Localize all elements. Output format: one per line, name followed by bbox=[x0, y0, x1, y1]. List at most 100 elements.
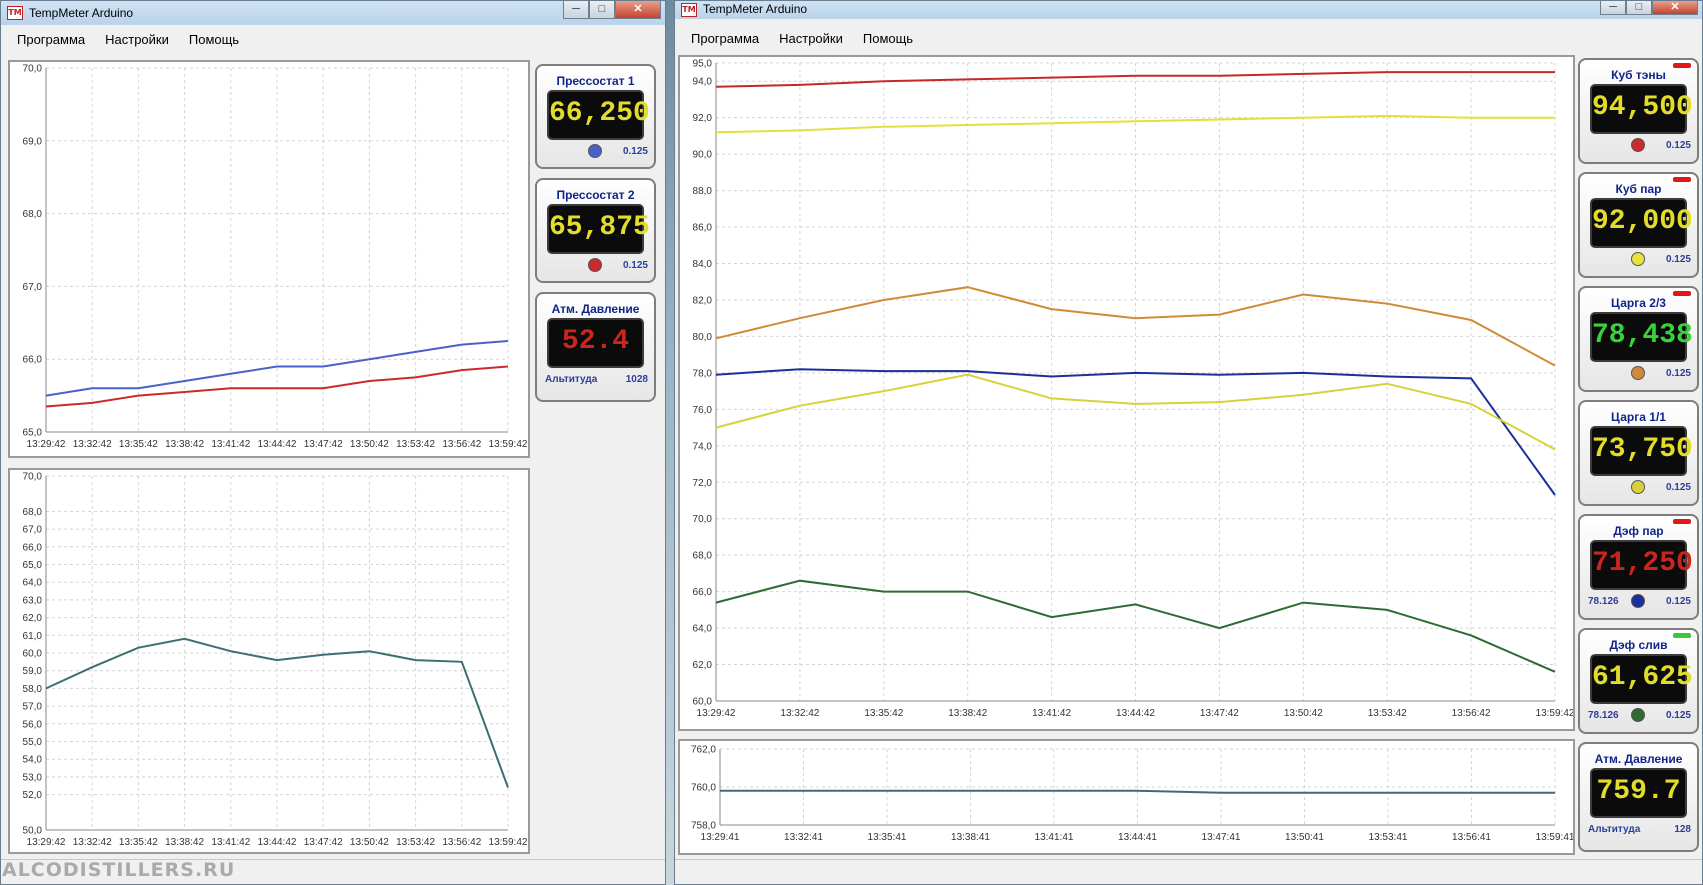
x-tick-label: 13:59:41 bbox=[1536, 832, 1573, 843]
pressure-chart-svg: 13:29:42 13:32:42 13:35:42 13:38:42 13:41:42… bbox=[23, 64, 528, 451]
maximize-button[interactable]: □ bbox=[1626, 1, 1652, 15]
y-tick-label: 66,0 bbox=[23, 355, 43, 366]
x-tick-label: 13:56:41 bbox=[1452, 832, 1491, 843]
gauge-step: 0.125 bbox=[1665, 368, 1691, 379]
left-menubar: Программа Настройки Помощь bbox=[1, 25, 665, 53]
x-tick-label: 13:35:42 bbox=[119, 837, 158, 848]
y-tick-label: 72,0 bbox=[693, 478, 713, 489]
gauge-step: 0.125 bbox=[1665, 140, 1691, 151]
y-tick-label: 762,0 bbox=[691, 745, 716, 756]
right-statusbar bbox=[675, 859, 1702, 884]
series-color-dot[interactable] bbox=[1630, 594, 1645, 608]
y-tick-label: 55,0 bbox=[23, 737, 43, 748]
right-menubar: Программа Настройки Помощь bbox=[675, 19, 1702, 57]
x-tick-label: 13:38:42 bbox=[165, 837, 204, 848]
x-tick-label: 13:50:42 bbox=[350, 439, 389, 450]
series-color-dot[interactable] bbox=[1630, 480, 1645, 494]
gauge-5: Дэф слив 61,625 78.126 0.125 bbox=[1578, 628, 1699, 734]
x-tick-label: 13:32:42 bbox=[780, 708, 819, 719]
minimize-button[interactable]: ─ bbox=[1600, 1, 1626, 15]
close-button[interactable]: ✕ bbox=[1652, 1, 1698, 15]
left-window: TM TempMeter Arduino ─ □ ✕ Программа Нас… bbox=[0, 0, 666, 885]
y-tick-label: 52,0 bbox=[23, 790, 43, 801]
x-tick-label: 13:53:42 bbox=[1368, 708, 1407, 719]
series-color-dot[interactable] bbox=[1630, 252, 1645, 266]
gauge-title: Куб тэны bbox=[1611, 68, 1666, 82]
x-tick-label: 13:59:42 bbox=[1536, 708, 1573, 719]
y-tick-label: 760,0 bbox=[691, 783, 716, 794]
maximize-button[interactable]: □ bbox=[589, 1, 615, 19]
right-titlebar[interactable]: TM TempMeter Arduino ─ □ ✕ bbox=[675, 1, 1702, 19]
y-tick-label: 54,0 bbox=[23, 755, 43, 766]
gauge-display: 66,250 bbox=[547, 90, 650, 140]
series-color-dot[interactable] bbox=[1630, 138, 1645, 152]
menu-settings[interactable]: Настройки bbox=[105, 32, 169, 47]
watermark-text: ALCODISTILLERS.RU bbox=[2, 859, 236, 881]
y-tick-label: 78,0 bbox=[693, 368, 713, 379]
minimize-button[interactable]: ─ bbox=[563, 1, 589, 19]
x-tick-label: 13:41:42 bbox=[211, 837, 250, 848]
gauge-6: Атм. Давление 759.7 Альтитуда 128 bbox=[1578, 742, 1699, 852]
x-tick-label: 13:44:42 bbox=[258, 837, 297, 848]
y-tick-label: 82,0 bbox=[693, 295, 713, 306]
y-tick-label: 67,0 bbox=[23, 282, 43, 293]
alarm-indicator bbox=[1673, 291, 1691, 296]
x-tick-label: 13:38:42 bbox=[165, 439, 204, 450]
gauge-display: 78,438 bbox=[1590, 312, 1693, 362]
series-color-dot[interactable] bbox=[1630, 708, 1645, 722]
gauge-title: Дэф слив bbox=[1609, 638, 1668, 652]
gauge-display: 92,000 bbox=[1590, 198, 1693, 248]
atm-pressure-chart-svg: 13:29:41 13:32:41 13:35:41 13:38:41 13:41:41… bbox=[691, 745, 1573, 844]
x-tick-label: 13:53:42 bbox=[396, 439, 435, 450]
y-tick-label: 53,0 bbox=[23, 772, 43, 783]
gauge-0: Куб тэны 94,500 0.125 bbox=[1578, 58, 1699, 164]
y-tick-label: 66,0 bbox=[693, 587, 713, 598]
app-icon: TM bbox=[681, 3, 697, 17]
menu-settings[interactable]: Настройки bbox=[779, 31, 843, 46]
y-tick-label: 65,0 bbox=[23, 560, 43, 571]
gauge-display: 65,875 bbox=[547, 204, 650, 254]
x-tick-label: 13:59:42 bbox=[489, 837, 528, 848]
y-tick-label: 60,0 bbox=[693, 697, 713, 708]
series-color-dot[interactable] bbox=[587, 144, 602, 158]
y-tick-label: 57,0 bbox=[23, 702, 43, 713]
menu-program[interactable]: Программа bbox=[691, 31, 759, 46]
x-tick-label: 13:35:41 bbox=[868, 832, 907, 843]
menu-help[interactable]: Помощь bbox=[189, 32, 239, 47]
window-title: TempMeter Arduino bbox=[703, 2, 808, 16]
x-tick-label: 13:47:42 bbox=[304, 837, 343, 848]
series-color-dot[interactable] bbox=[587, 258, 602, 272]
y-tick-label: 70,0 bbox=[693, 514, 713, 525]
gauge-title: Дэф пар bbox=[1613, 524, 1664, 538]
x-tick-label: 13:47:42 bbox=[1200, 708, 1239, 719]
y-tick-label: 758,0 bbox=[691, 821, 716, 832]
gauge-title: Атм. Давление bbox=[551, 302, 640, 316]
x-tick-label: 13:56:42 bbox=[1452, 708, 1491, 719]
x-tick-label: 13:44:42 bbox=[1116, 708, 1155, 719]
y-tick-label: 88,0 bbox=[693, 186, 713, 197]
left-titlebar[interactable]: TM TempMeter Arduino ─ □ ✕ bbox=[1, 1, 665, 25]
y-tick-label: 64,0 bbox=[693, 624, 713, 635]
x-tick-label: 13:44:42 bbox=[258, 439, 297, 450]
alarm-indicator bbox=[1673, 519, 1691, 524]
y-tick-label: 76,0 bbox=[693, 405, 713, 416]
gauge-step: 0.125 bbox=[1665, 596, 1691, 607]
x-tick-label: 13:47:41 bbox=[1202, 832, 1241, 843]
series-color-dot[interactable] bbox=[1630, 366, 1645, 380]
y-tick-label: 68,0 bbox=[23, 209, 43, 220]
x-tick-label: 13:32:41 bbox=[784, 832, 823, 843]
y-tick-label: 80,0 bbox=[693, 332, 713, 343]
close-button[interactable]: ✕ bbox=[615, 1, 661, 19]
left-temp-chart: 13:29:42 13:32:42 13:35:42 13:38:42 13:41:42… bbox=[8, 468, 530, 854]
gauge-title: Куб пар bbox=[1615, 182, 1662, 196]
x-tick-label: 13:41:41 bbox=[1035, 832, 1074, 843]
main-temp-chart-svg: 13:29:42 13:32:42 13:35:42 13:38:42 13:41:42… bbox=[693, 59, 1573, 720]
y-tick-label: 70,0 bbox=[23, 64, 43, 75]
left-temp-chart-svg: 13:29:42 13:32:42 13:35:42 13:38:42 13:41:42… bbox=[23, 472, 528, 849]
x-tick-label: 13:47:42 bbox=[304, 439, 343, 450]
gauge-display: 94,500 bbox=[1590, 84, 1693, 134]
menu-program[interactable]: Программа bbox=[17, 32, 85, 47]
y-tick-label: 70,0 bbox=[23, 472, 43, 483]
gauge-pressostat-2: Прессостат 2 65,875 0.125 bbox=[535, 178, 656, 283]
menu-help[interactable]: Помощь bbox=[863, 31, 913, 46]
